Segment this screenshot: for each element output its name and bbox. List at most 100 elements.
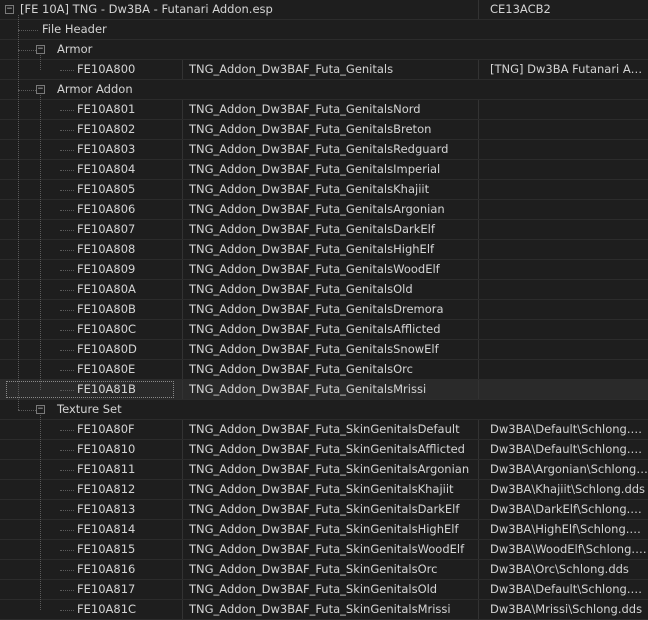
tree-connector-line	[60, 170, 74, 171]
record-editor-id: TNG_Addon_Dw3BAF_Futa_SkinGenitalsWoodEl…	[182, 540, 478, 559]
record-extra	[478, 120, 648, 139]
record-row[interactable]: FE10A80A TNG_Addon_Dw3BAF_Futa_GenitalsOl…	[0, 280, 648, 300]
record-tree[interactable]: − [FE 10A] TNG - Dw3BA - Futanari Addon.e…	[0, 0, 648, 620]
record-editor-id: TNG_Addon_Dw3BAF_Futa_GenitalsRedguard	[182, 140, 478, 159]
record-row[interactable]: FE10A806 TNG_Addon_Dw3BAF_Futa_GenitalsAr…	[0, 200, 648, 220]
record-extra	[478, 200, 648, 219]
tree-connector-line	[60, 610, 74, 611]
record-extra	[478, 160, 648, 179]
plugin-crc: CE13ACB2	[478, 0, 648, 19]
tree-connector-line	[60, 390, 74, 391]
record-formid: FE10A80B	[0, 300, 182, 319]
record-editor-id: TNG_Addon_Dw3BAF_Futa_GenitalsBreton	[182, 120, 478, 139]
record-row[interactable]: FE10A816 TNG_Addon_Dw3BAF_Futa_SkinGenita…	[0, 560, 648, 580]
file-header-row[interactable]: File Header	[0, 20, 648, 40]
group-row-texture-set[interactable]: − Texture Set	[0, 400, 648, 420]
record-formid: FE10A815	[0, 540, 182, 559]
record-extra	[478, 360, 648, 379]
record-editor-id: TNG_Addon_Dw3BAF_Futa_SkinGenitalsArgoni…	[182, 460, 478, 479]
group-row-armor-addon[interactable]: − Armor Addon	[0, 80, 648, 100]
record-row[interactable]: FE10A803 TNG_Addon_Dw3BAF_Futa_GenitalsRe…	[0, 140, 648, 160]
record-editor-id: TNG_Addon_Dw3BAF_Futa_SkinGenitalsKhajii…	[182, 480, 478, 499]
record-row[interactable]: FE10A811 TNG_Addon_Dw3BAF_Futa_SkinGenita…	[0, 460, 648, 480]
record-formid-label: FE10A816	[77, 562, 136, 576]
group-name: Texture Set	[0, 400, 478, 419]
record-row[interactable]: FE10A801 TNG_Addon_Dw3BAF_Futa_GenitalsNo…	[0, 100, 648, 120]
record-row[interactable]: FE10A80E TNG_Addon_Dw3BAF_Futa_GenitalsOr…	[0, 360, 648, 380]
record-formid-label: FE10A80A	[77, 282, 136, 296]
record-formid-label: FE10A804	[77, 162, 136, 176]
record-formid-label: FE10A807	[77, 222, 136, 236]
record-editor-id: TNG_Addon_Dw3BAF_Futa_GenitalsImperial	[182, 160, 478, 179]
tree-connector-line	[60, 310, 74, 311]
record-formid: FE10A811	[0, 460, 182, 479]
tree-connector-line	[60, 330, 74, 331]
group-name: Armor	[0, 40, 478, 59]
tree-connector-line	[60, 510, 74, 511]
plugin-row[interactable]: − [FE 10A] TNG - Dw3BA - Futanari Addon.e…	[0, 0, 648, 20]
tree-connector-line	[40, 95, 41, 390]
record-formid: FE10A800	[0, 60, 182, 79]
record-extra	[478, 140, 648, 159]
plugin-title: [FE 10A] TNG - Dw3BA - Futanari Addon.es…	[0, 0, 478, 19]
record-editor-id: TNG_Addon_Dw3BAF_Futa_SkinGenitalsDarkEl…	[182, 500, 478, 519]
record-formid-label: FE10A80D	[77, 342, 137, 356]
group-name: Armor Addon	[0, 80, 478, 99]
tree-connector-line	[60, 70, 74, 71]
record-row[interactable]: FE10A80B TNG_Addon_Dw3BAF_Futa_GenitalsDr…	[0, 300, 648, 320]
tree-connector-line	[60, 350, 74, 351]
group-row-armor[interactable]: − Armor	[0, 40, 648, 60]
record-row[interactable]: FE10A800 TNG_Addon_Dw3BAF_Futa_Genitals [T…	[0, 60, 648, 80]
record-row[interactable]: FE10A812 TNG_Addon_Dw3BAF_Futa_SkinGenita…	[0, 480, 648, 500]
record-extra: [TNG] Dw3BA Futanari Addon	[478, 60, 648, 79]
record-row[interactable]: FE10A804 TNG_Addon_Dw3BAF_Futa_GenitalsIm…	[0, 160, 648, 180]
record-extra	[478, 180, 648, 199]
record-extra	[478, 300, 648, 319]
record-formid: FE10A813	[0, 500, 182, 519]
record-row[interactable]: FE10A807 TNG_Addon_Dw3BAF_Futa_GenitalsDa…	[0, 220, 648, 240]
record-formid-label: FE10A808	[77, 242, 136, 256]
record-extra	[478, 220, 648, 239]
record-row[interactable]: FE10A805 TNG_Addon_Dw3BAF_Futa_GenitalsKh…	[0, 180, 648, 200]
plugin-title-label: [FE 10A] TNG - Dw3BA - Futanari Addon.es…	[20, 2, 273, 16]
record-row[interactable]: FE10A809 TNG_Addon_Dw3BAF_Futa_GenitalsWo…	[0, 260, 648, 280]
record-row[interactable]: FE10A81B TNG_Addon_Dw3BAF_Futa_GenitalsMr…	[0, 380, 648, 400]
record-extra: Dw3BA\Default\Schlong.dds	[478, 440, 648, 459]
record-editor-id: TNG_Addon_Dw3BAF_Futa_SkinGenitalsOld	[182, 580, 478, 599]
record-formid: FE10A80E	[0, 360, 182, 379]
record-formid-label: FE10A802	[77, 122, 136, 136]
record-row[interactable]: FE10A81C TNG_Addon_Dw3BAF_Futa_SkinGenita…	[0, 600, 648, 620]
record-formid-label: FE10A80B	[77, 302, 136, 316]
tree-connector-line	[40, 415, 41, 610]
record-formid-label: FE10A812	[77, 482, 136, 496]
record-formid-label: FE10A809	[77, 262, 136, 276]
record-editor-id: TNG_Addon_Dw3BAF_Futa_Genitals	[182, 60, 478, 79]
record-formid-label: FE10A81B	[77, 382, 136, 396]
record-editor-id: TNG_Addon_Dw3BAF_Futa_GenitalsDremora	[182, 300, 478, 319]
record-row[interactable]: FE10A80D TNG_Addon_Dw3BAF_Futa_GenitalsSn…	[0, 340, 648, 360]
tree-connector-line	[60, 450, 74, 451]
record-editor-id: TNG_Addon_Dw3BAF_Futa_SkinGenitalsAfflic…	[182, 440, 478, 459]
record-formid: FE10A810	[0, 440, 182, 459]
record-formid-label: FE10A805	[77, 182, 136, 196]
record-editor-id: TNG_Addon_Dw3BAF_Futa_GenitalsKhajiit	[182, 180, 478, 199]
record-row[interactable]: FE10A802 TNG_Addon_Dw3BAF_Futa_GenitalsBr…	[0, 120, 648, 140]
record-extra: Dw3BA\Default\Schlong.dds	[478, 420, 648, 439]
record-editor-id: TNG_Addon_Dw3BAF_Futa_GenitalsOld	[182, 280, 478, 299]
record-extra	[478, 340, 648, 359]
record-row[interactable]: FE10A815 TNG_Addon_Dw3BAF_Futa_SkinGenita…	[0, 540, 648, 560]
group-label: Armor	[57, 42, 93, 56]
record-row[interactable]: FE10A814 TNG_Addon_Dw3BAF_Futa_SkinGenita…	[0, 520, 648, 540]
record-row[interactable]: FE10A80F TNG_Addon_Dw3BAF_Futa_SkinGenita…	[0, 420, 648, 440]
record-formid: FE10A806	[0, 200, 182, 219]
record-row[interactable]: FE10A817 TNG_Addon_Dw3BAF_Futa_SkinGenita…	[0, 580, 648, 600]
record-editor-id: TNG_Addon_Dw3BAF_Futa_GenitalsWoodElf	[182, 260, 478, 279]
record-row[interactable]: FE10A813 TNG_Addon_Dw3BAF_Futa_SkinGenita…	[0, 500, 648, 520]
record-extra	[478, 100, 648, 119]
record-extra: Dw3BA\Default\Schlong.dds	[478, 580, 648, 599]
record-formid: FE10A812	[0, 480, 182, 499]
record-row[interactable]: FE10A80C TNG_Addon_Dw3BAF_Futa_GenitalsAf…	[0, 320, 648, 340]
record-row[interactable]: FE10A810 TNG_Addon_Dw3BAF_Futa_SkinGenita…	[0, 440, 648, 460]
record-row[interactable]: FE10A808 TNG_Addon_Dw3BAF_Futa_GenitalsHi…	[0, 240, 648, 260]
record-extra	[478, 380, 648, 399]
